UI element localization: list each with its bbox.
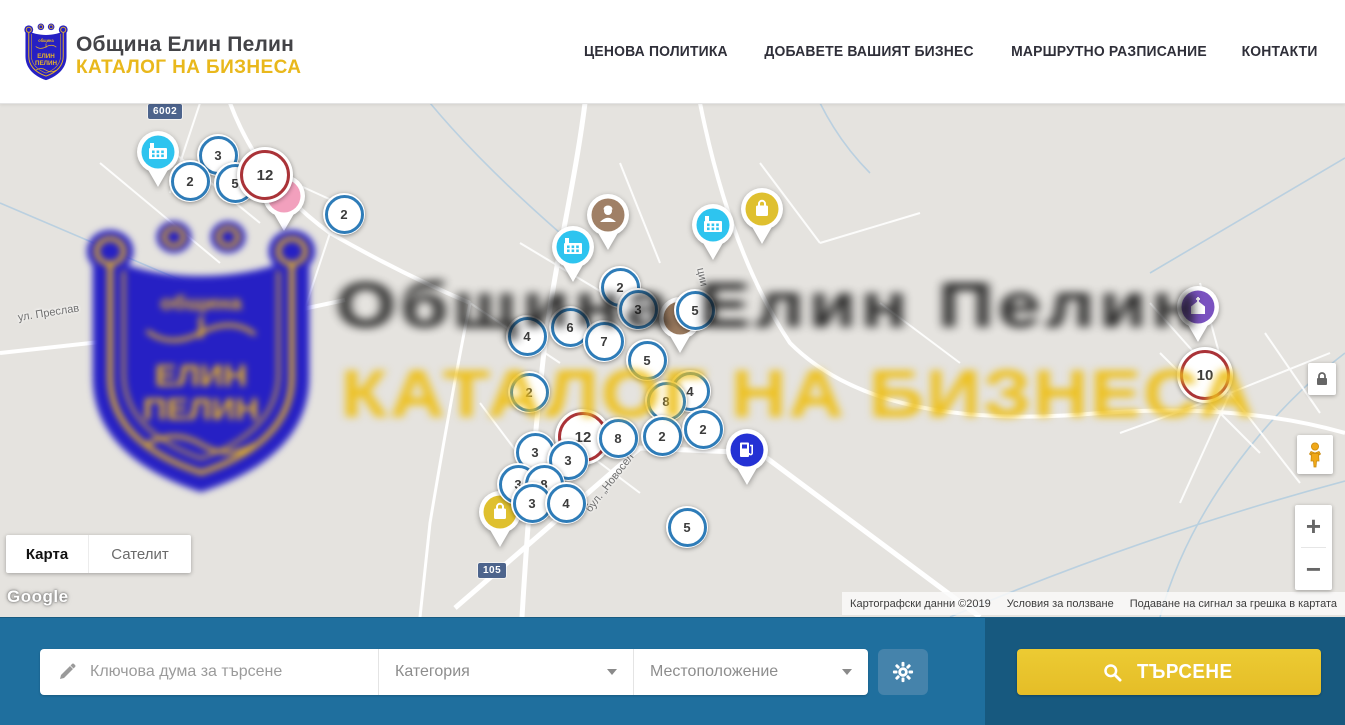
cluster-count: 2 (643, 417, 682, 456)
map-cluster-marker[interactable]: 2 (641, 415, 683, 457)
keyword-field-wrap (40, 649, 379, 695)
location-select-label: Местоположение (650, 663, 778, 681)
lock-icon (1315, 371, 1329, 387)
fuel-icon (724, 428, 770, 488)
zoom-in-button[interactable]: + (1295, 505, 1332, 547)
map-pin-shopping-bag[interactable] (739, 187, 785, 247)
svg-text:ЕЛИН: ЕЛИН (37, 53, 55, 60)
site-subtitle: КАТАЛОГ НА БИЗНЕСА (76, 58, 301, 79)
map-cluster-marker[interactable]: 12 (237, 147, 293, 203)
nav-item-0[interactable]: ЦЕНОВА ПОЛИТИКА (584, 44, 728, 60)
map-type-map-button[interactable]: Карта (6, 535, 88, 573)
advanced-settings-button[interactable] (878, 649, 928, 695)
chevron-down-icon (842, 669, 852, 675)
map-pin-factory[interactable] (550, 225, 596, 285)
header: община ЕЛИН ПЕЛИН Община Елин Пелин КАТА… (0, 0, 1345, 104)
road-shield: 6002 (148, 104, 182, 119)
map-type-satellite-button[interactable]: Сателит (88, 535, 191, 573)
search-button-label: ТЪРСЕНЕ (1137, 661, 1232, 684)
cluster-count: 4 (547, 484, 586, 523)
chevron-down-icon (607, 669, 617, 675)
brand: Община Елин Пелин КАТАЛОГ НА БИЗНЕСА (76, 33, 301, 79)
search-fields: Категория Местоположение (40, 649, 868, 695)
factory-icon (690, 203, 736, 263)
cluster-count: 10 (1180, 350, 1230, 400)
page: ул. Преславбул. „Новоселции 6002105 (0, 0, 1345, 725)
cluster-count: 2 (171, 162, 210, 201)
map-cluster-marker[interactable]: 2 (323, 193, 365, 235)
map-cluster-marker[interactable]: 4 (545, 482, 587, 524)
map-lock-control[interactable] (1308, 363, 1336, 395)
factory-icon (550, 225, 596, 285)
map-pin-fuel[interactable] (724, 428, 770, 488)
svg-text:ПЕЛИН: ПЕЛИН (35, 60, 57, 67)
site-title: Община Елин Пелин (76, 33, 301, 56)
cluster-count: 5 (668, 508, 707, 547)
map-type-control: Карта Сателит (6, 535, 191, 573)
gear-icon (892, 661, 914, 683)
cluster-count: 4 (508, 317, 547, 356)
shopping-bag-icon (739, 187, 785, 247)
attribution-copyright: Картографски данни ©2019 (850, 598, 991, 610)
map-cluster-marker[interactable]: 4 (506, 315, 548, 357)
map-cluster-marker[interactable]: 5 (666, 506, 708, 548)
municipality-logo[interactable]: община ЕЛИН ПЕЛИН (24, 22, 68, 82)
pencil-icon (58, 663, 76, 681)
keyword-input[interactable] (88, 662, 342, 682)
cluster-count: 7 (585, 322, 624, 361)
cluster-count: 2 (510, 373, 549, 412)
map-pin-factory[interactable] (690, 203, 736, 263)
map-cluster-marker[interactable]: 8 (597, 417, 639, 459)
map-attribution: Картографски данни ©2019 Условия за полз… (842, 592, 1345, 615)
attribution-report-link[interactable]: Подаване на сигнал за грешка в картата (1130, 598, 1337, 610)
cluster-count: 5 (628, 341, 667, 380)
search-icon (1103, 663, 1122, 682)
attribution-terms-link[interactable]: Условия за ползване (1007, 598, 1114, 610)
search-bar: Категория Местоположение (0, 617, 1345, 725)
nav-item-1[interactable]: ДОБАВЕТЕ ВАШИЯТ БИЗНЕС (764, 44, 973, 60)
church-icon (1175, 285, 1221, 345)
cluster-count: 8 (599, 419, 638, 458)
nav-item-3[interactable]: КОНТАКТИ (1241, 44, 1317, 60)
road-shield: 105 (478, 563, 506, 578)
location-select[interactable]: Местоположение (634, 649, 868, 695)
google-logo[interactable]: Google (7, 587, 69, 607)
map-pin-church[interactable] (1175, 285, 1221, 345)
category-select-label: Категория (395, 663, 470, 681)
nav-item-2[interactable]: МАРШРУТНО РАЗПИСАНИЕ (1011, 44, 1207, 60)
map-cluster-marker[interactable]: 7 (583, 320, 625, 362)
zoom-out-button[interactable]: − (1295, 548, 1332, 590)
map-cluster-marker[interactable]: 5 (626, 339, 668, 381)
cluster-count: 3 (619, 290, 658, 329)
cluster-count: 2 (684, 410, 723, 449)
zoom-control: + − (1295, 505, 1332, 590)
cluster-count: 2 (325, 195, 364, 234)
pegman-control[interactable] (1297, 435, 1333, 474)
map-cluster-marker[interactable]: 3 (617, 288, 659, 330)
cluster-count: 5 (676, 291, 715, 330)
cluster-count: 12 (240, 150, 290, 200)
map-cluster-marker[interactable]: 5 (674, 289, 716, 331)
svg-text:община: община (38, 38, 54, 43)
map-cluster-marker[interactable]: 2 (508, 371, 550, 413)
map-cluster-marker[interactable]: 2 (169, 160, 211, 202)
main-nav: ЦЕНОВА ПОЛИТИКА ДОБАВЕТЕ ВАШИЯТ БИЗНЕС МАР… (581, 0, 1319, 103)
search-button[interactable]: ТЪРСЕНЕ (1017, 649, 1321, 695)
pegman-icon (1306, 442, 1324, 468)
category-select[interactable]: Категория (379, 649, 634, 695)
map-cluster-marker[interactable]: 2 (682, 408, 724, 450)
map-cluster-marker[interactable]: 10 (1177, 347, 1233, 403)
